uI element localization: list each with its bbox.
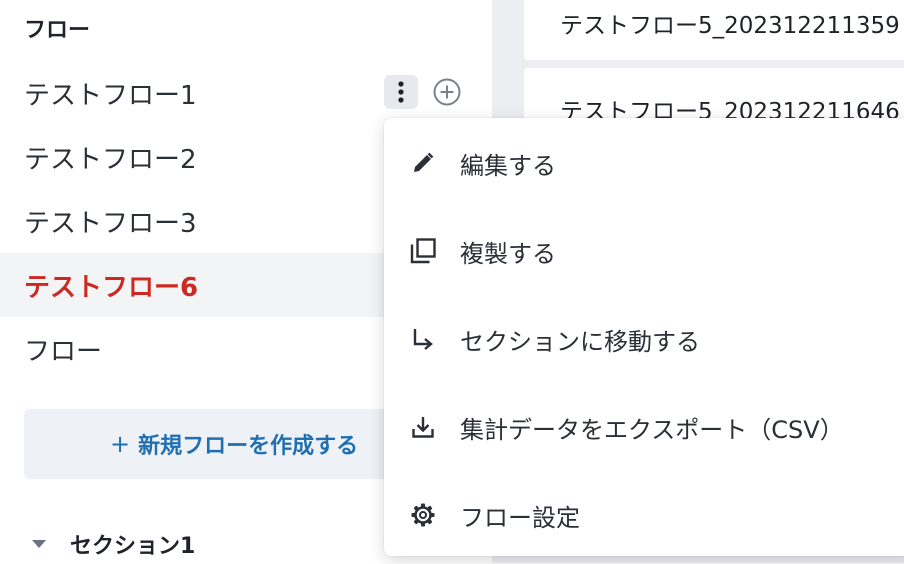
menu-item-flow-settings[interactable]: フロー設定 (384, 485, 904, 545)
sidebar-heading: フロー (24, 18, 91, 43)
flow-card[interactable]: テストフロー5_202312211359 (524, 0, 904, 60)
menu-item-export-csv[interactable]: 集計データをエクスポート（CSV） (384, 397, 904, 457)
flow-context-menu: 編集する 複製する セクションに移動する 集計データをエクスポート（CSV） フ… (384, 118, 904, 556)
new-flow-button-label: 新規フローを作成する (138, 434, 359, 459)
flow-item-label: テストフロー2 (24, 144, 197, 175)
plus-icon: + (110, 430, 131, 458)
copy-icon (408, 236, 438, 266)
menu-item-label: 複製する (460, 239, 556, 268)
section-label: セクション1 (70, 534, 196, 559)
pencil-icon (408, 148, 438, 178)
flow-item-label: テストフロー6 (24, 272, 199, 303)
menu-item-duplicate[interactable]: 複製する (384, 221, 904, 281)
menu-item-move-to-section[interactable]: セクションに移動する (384, 309, 904, 369)
add-subflow-button[interactable] (430, 75, 464, 109)
plus-circle-icon (433, 78, 461, 106)
flow-item[interactable]: テストフロー1 (0, 61, 492, 125)
menu-item-label: 編集する (460, 151, 556, 180)
flow-item-label: フロー (24, 336, 103, 367)
flow-item-label: テストフロー1 (24, 80, 197, 111)
flow-row-actions (384, 75, 464, 109)
menu-item-label: セクションに移動する (460, 327, 700, 356)
gear-icon (408, 500, 438, 530)
more-options-button[interactable] (384, 75, 418, 109)
menu-item-label: 集計データをエクスポート（CSV） (460, 415, 844, 444)
download-icon (408, 412, 438, 442)
flow-item-label: テストフロー3 (24, 208, 197, 239)
menu-item-edit[interactable]: 編集する (384, 133, 904, 193)
kebab-vertical-icon (398, 81, 404, 103)
arrow-turn-down-right-icon (408, 324, 438, 354)
section-toggle[interactable]: セクション1 (32, 524, 195, 564)
flow-card-title: テストフロー5_202312211359 (560, 13, 900, 39)
caret-down-icon (32, 540, 46, 548)
menu-item-label: フロー設定 (460, 503, 580, 532)
